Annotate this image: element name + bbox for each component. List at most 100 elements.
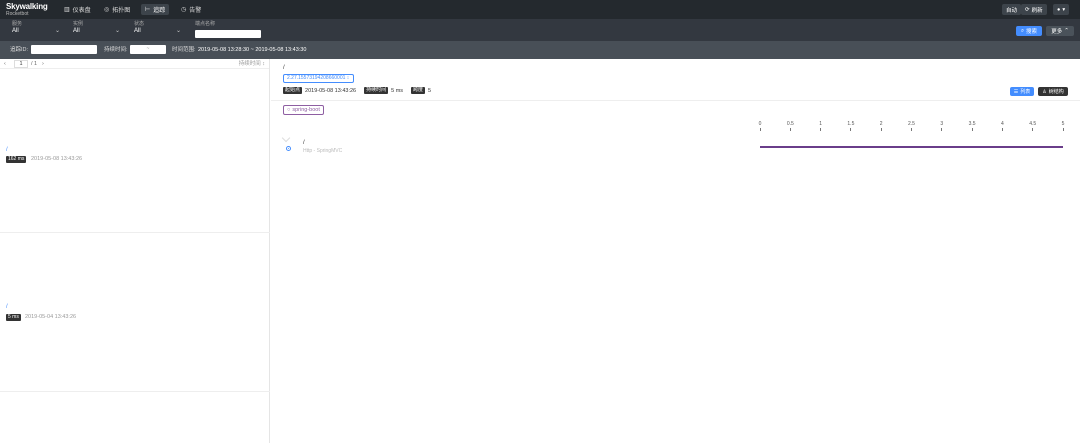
prev-page-button[interactable]: ‹ <box>4 61 6 67</box>
refresh-button[interactable]: ⟳ 刷新 <box>1021 4 1047 15</box>
nav-topology[interactable]: ◎ 拓扑图 <box>100 4 134 15</box>
timeline-tick: 1.5 <box>844 121 858 131</box>
timeline-tick: 4.5 <box>1026 121 1040 131</box>
timeline-tick-mark <box>880 128 882 131</box>
nav-trace[interactable]: ⊢ 追踪 <box>141 4 170 15</box>
timeline-tick-mark <box>1032 128 1034 131</box>
chevron-down-icon: ▾ <box>1062 6 1066 13</box>
duration-tag: 持续时间 <box>364 87 389 94</box>
trace-id-input[interactable] <box>31 45 97 54</box>
instance-select[interactable]: 实例 All <box>73 21 83 35</box>
auto-refresh-button[interactable]: 自动 <box>1002 4 1022 15</box>
list-view-button[interactable]: ☰ 列表 <box>1010 87 1034 96</box>
trace-detail-title: / <box>283 65 285 71</box>
span-row[interactable]: / Http - SpringMVC <box>271 139 1080 159</box>
nav-dashboard[interactable]: ▥ 仪表盘 <box>60 4 95 15</box>
timeline-tick: 3.5 <box>965 121 979 131</box>
list-view-label: 列表 <box>1020 89 1031 95</box>
trace-icon: ⊢ <box>145 7 151 13</box>
duration-range-input[interactable]: ~ <box>130 45 166 54</box>
span-count-tag: 跨度 <box>411 87 426 94</box>
trace-id-label: 追踪ID: <box>10 47 29 53</box>
query-bar: 追踪ID: 持续时间: ~ 时间范围: 2019-05-08 13:28:30 … <box>0 41 1080 59</box>
span-name: / <box>303 140 305 146</box>
chevron-down-icon[interactable]: ⌄ <box>115 27 120 34</box>
chevron-down-icon[interactable]: ⌄ <box>55 27 60 34</box>
timeline-tick-mark <box>789 128 791 131</box>
time-range-value[interactable]: 2019-05-08 13:28:30 ~ 2019-05-08 13:43:3… <box>198 46 306 54</box>
instance-value: All <box>73 28 80 34</box>
trace-detail-panel: / 2.27.15573194208660001 ↕ 起始点 2019-05-0… <box>271 59 1080 443</box>
nav-trace-label: 追踪 <box>153 8 166 14</box>
timeline-tick-label: 0.5 <box>786 121 794 127</box>
nav-topology-label: 拓扑图 <box>112 8 131 14</box>
divider <box>271 100 1080 101</box>
topology-icon: ◎ <box>104 7 110 13</box>
timeline-tick: 1 <box>814 121 828 131</box>
trace-meta-row: 起始点 2019-05-08 13:43:26 持续时间 5 ms 跨度 5 <box>283 86 431 95</box>
search-button[interactable]: ⌕ 搜索 <box>1016 26 1042 36</box>
more-button[interactable]: 更多 ⌃ <box>1046 26 1074 36</box>
dashboard-icon: ▥ <box>64 7 70 13</box>
timeline-tick-mark <box>911 128 912 131</box>
tree-icon: ♙ <box>1042 88 1047 95</box>
logo-title: Skywalking <box>6 2 48 11</box>
nav-alarm[interactable]: ◷ 告警 <box>177 4 205 15</box>
timeline-tick-mark <box>1001 128 1003 131</box>
auto-label: 自动 <box>1006 7 1018 14</box>
span-component: Http - SpringMVC <box>303 148 343 154</box>
trace-id-select[interactable]: 2.27.15573194208660001 ↕ <box>283 74 354 83</box>
page-total: / 1 <box>31 61 38 67</box>
timeline-tick-label: 1 <box>819 121 822 127</box>
search-icon: ⌕ <box>1020 27 1025 34</box>
trace-list-item[interactable]: / 5 ms 2019-05-04 13:43:26 <box>0 234 270 392</box>
page-number-input[interactable]: 1 <box>14 60 28 68</box>
duration-value: 5 ms <box>391 87 404 94</box>
app-logo[interactable]: Skywalking Rocketbot <box>6 2 48 18</box>
timeline-tick-mark <box>971 128 973 131</box>
timeline-tick-label: 2 <box>879 121 883 127</box>
timeline-tick: 5 <box>1056 121 1070 131</box>
timeline-tick-label: 3 <box>940 121 944 127</box>
service-chip[interactable]: ○ spring-boot <box>283 105 324 115</box>
logo-subtitle: Rocketbot <box>6 11 29 17</box>
timeline-tick-label: 4 <box>1001 121 1004 127</box>
list-icon: ☰ <box>1013 88 1019 95</box>
trace-list-item[interactable]: / 162 ms 2019-05-08 13:43:26 <box>0 75 270 233</box>
top-nav-bar: Skywalking Rocketbot ▥ 仪表盘 ◎ 拓扑图 ⊢ 追踪 ◷ … <box>0 0 1080 19</box>
trace-list-pager: ‹ 1 / 1 › 持续时间 ↕ <box>0 59 269 69</box>
timeline-tick: 4 <box>995 121 1009 131</box>
refresh-icon: ⟳ <box>1025 6 1030 13</box>
sort-by-duration[interactable]: 持续时间 ↕ <box>239 61 265 67</box>
tree-view-button[interactable]: ♙ 树结构 <box>1038 87 1068 96</box>
user-icon: ● <box>1057 6 1061 13</box>
start-time-tag: 起始点 <box>283 87 303 94</box>
more-label: 更多 <box>1051 29 1063 35</box>
trace-duration-badge: 162 ms <box>6 156 27 163</box>
timeline-tick-mark <box>1062 128 1064 131</box>
timeline-tick: 2 <box>874 121 888 131</box>
time-range-label: 时间范围: <box>172 47 196 53</box>
circle-icon: ○ <box>287 107 291 113</box>
chevron-down-icon[interactable]: ⌄ <box>176 27 181 34</box>
nav-dashboard-label: 仪表盘 <box>72 8 91 14</box>
tree-view-label: 树结构 <box>1048 89 1064 95</box>
next-page-button[interactable]: › <box>42 61 44 67</box>
timeline-tick-mark <box>759 128 761 131</box>
timeline-tick: 2.5 <box>905 121 919 131</box>
status-select[interactable]: 状态 All <box>134 21 144 35</box>
endpoint-input[interactable] <box>195 30 261 38</box>
user-menu-button[interactable]: ● ▾ <box>1053 4 1070 15</box>
trace-time: 2019-05-04 13:43:26 <box>25 314 77 320</box>
timeline-tick: 3 <box>935 121 949 131</box>
service-select[interactable]: 服务 All <box>12 21 22 35</box>
timeline-scale: 0 0.5 1 1.5 2 2.5 3 3.5 4 4.5 5 <box>271 121 1080 133</box>
alarm-icon: ◷ <box>181 7 187 13</box>
service-value: All <box>12 28 19 34</box>
nav-alarm-label: 告警 <box>189 8 202 14</box>
status-value: All <box>134 28 141 34</box>
span-node-icon[interactable] <box>286 146 291 151</box>
timeline-tick-label: 5 <box>1061 121 1065 127</box>
timeline-tick-label: 1.5 <box>847 121 855 127</box>
timeline-tick-label: 0 <box>758 121 762 127</box>
